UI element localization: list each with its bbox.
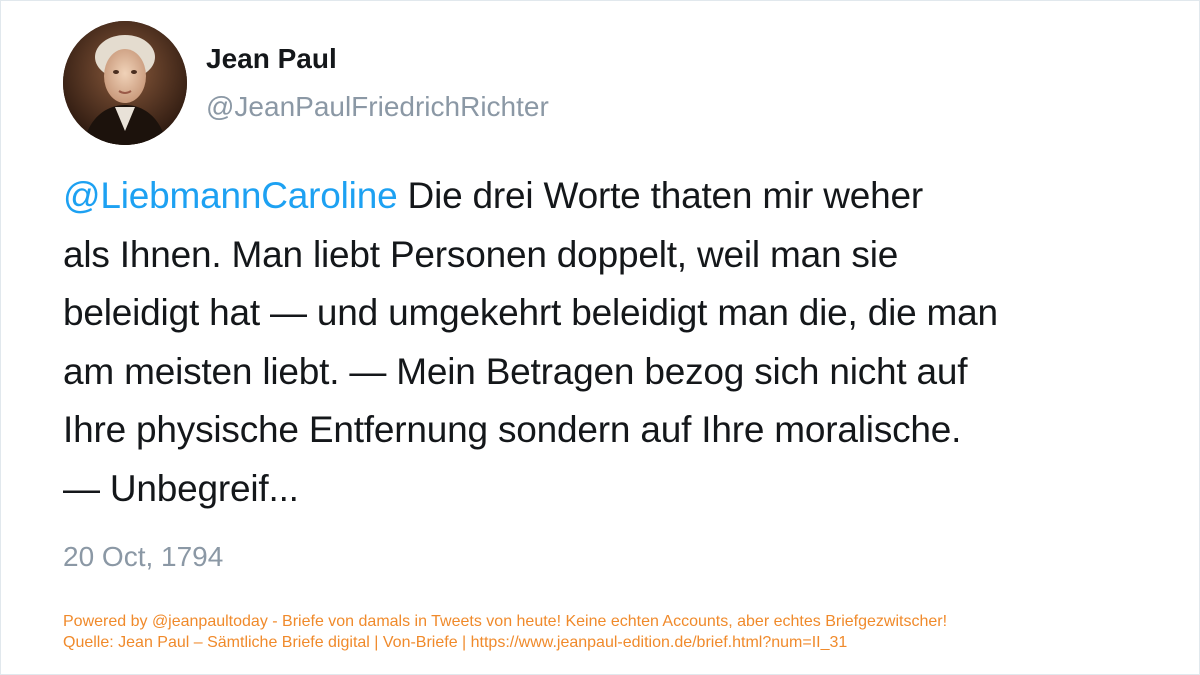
tweet-line: Ihre physische Entfernung sondern auf Ih… — [63, 409, 962, 450]
portrait-avatar-icon — [63, 21, 187, 145]
footer-source: Quelle: Jean Paul – Sämtliche Briefe dig… — [63, 634, 848, 651]
tweet-card: Jean Paul @JeanPaulFriedrichRichter @Lie… — [0, 0, 1200, 675]
tweet-line-text: Die drei Worte thaten mir weher — [397, 175, 924, 216]
author-handle[interactable]: @JeanPaulFriedrichRichter — [206, 89, 549, 125]
tweet-line: als Ihnen. Man liebt Personen doppelt, w… — [63, 233, 899, 275]
tweet-line: am meisten liebt. — Mein Betragen bezog … — [63, 350, 968, 392]
tweet-line: — Unbegreif... — [63, 467, 299, 509]
author-avatar[interactable] — [63, 21, 187, 145]
footer-powered-by: Powered by @jeanpaultoday - Briefe von d… — [63, 613, 948, 630]
footer: Powered by @jeanpaultoday - Briefe von d… — [63, 611, 947, 653]
tweet-line: @LiebmannCaroline Die drei Worte thaten … — [63, 167, 1183, 226]
tweet-date: 20 Oct, 1794 — [63, 541, 224, 572]
tweet-line: beleidigt hat — und umgekehrt beleidigt … — [63, 292, 998, 333]
tweet-text: @LiebmannCaroline Die drei Worte thaten … — [63, 167, 1183, 518]
mention-link[interactable]: @LiebmannCaroline — [63, 175, 398, 216]
author-name[interactable]: Jean Paul — [206, 41, 337, 77]
